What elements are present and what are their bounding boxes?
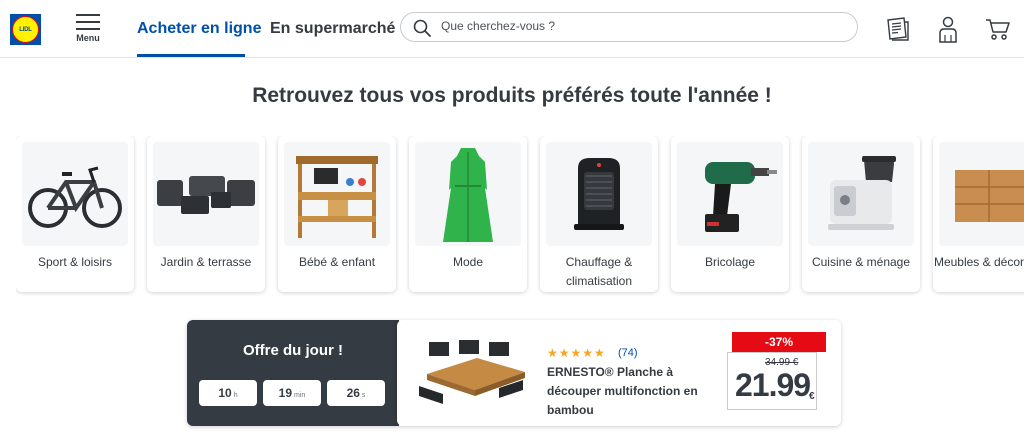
discount-badge: -37% (732, 332, 826, 352)
rating-stars: ★★★★★ (547, 346, 606, 360)
category-card-chauffage[interactable]: Chauffage & climatisation (540, 136, 658, 292)
active-tab-indicator (137, 54, 245, 57)
tab-en-supermarche[interactable]: En supermarché (270, 20, 395, 38)
search-input[interactable] (439, 18, 843, 34)
category-label: Jardin & terrasse (160, 255, 252, 269)
timer-seconds: 26 s (327, 380, 385, 406)
category-card-jardin[interactable]: Jardin & terrasse (147, 136, 265, 292)
sideboard-icon (939, 142, 1024, 246)
category-label: Cuisine & ménage (811, 255, 911, 269)
leaflet-icon[interactable] (885, 16, 911, 42)
heater-icon (546, 142, 652, 246)
search-bar[interactable] (400, 12, 858, 42)
category-label: Meubles & décoration (933, 255, 1024, 269)
deal-of-the-day[interactable]: Offre du jour ! 10 h 19 min 26 s ★★★★★ (74)… (187, 320, 841, 426)
category-label: Mode (452, 255, 484, 269)
category-card-meubles[interactable]: Meubles & décoration (933, 136, 1024, 292)
site-header: LIDL Menu Acheter en ligne En supermarch… (0, 0, 1024, 58)
category-label: Bébé & enfant (298, 255, 376, 269)
category-card-sport[interactable]: Sport & loisirs (16, 136, 134, 292)
current-price: 21.99 (735, 367, 811, 403)
category-label: Sport & loisirs (37, 255, 113, 269)
lidl-logo[interactable]: LIDL (10, 14, 41, 45)
dress-icon (415, 142, 521, 246)
menu-label: Menu (76, 33, 100, 43)
deal-title: Offre du jour ! (243, 342, 343, 359)
product-card[interactable]: ★★★★★ (74) ERNESTO® Planche à découper m… (397, 320, 841, 426)
deal-header-panel: Offre du jour ! 10 h 19 min 26 s (187, 320, 399, 426)
play-kitchen-icon (284, 142, 390, 246)
menu-button[interactable]: Menu (74, 14, 102, 43)
hamburger-icon (74, 14, 102, 30)
category-carousel: Sport & loisirs Jardin & terrasse Bébé &… (16, 136, 1024, 296)
category-card-mode[interactable]: Mode (409, 136, 527, 292)
cutting-board-image (419, 340, 525, 404)
search-icon (413, 19, 431, 37)
category-card-bricolage[interactable]: Bricolage (671, 136, 789, 292)
user-icon[interactable] (937, 16, 959, 44)
review-count[interactable]: (74) (618, 347, 638, 359)
drill-icon (677, 142, 783, 246)
timer-minutes: 19 min (263, 380, 321, 406)
cart-icon[interactable] (985, 16, 1011, 42)
category-label: Bricolage (704, 255, 756, 269)
logo-text: LIDL (19, 26, 32, 33)
garden-furniture-icon (153, 142, 259, 246)
price-currency: € (809, 391, 815, 402)
product-name[interactable]: ERNESTO® Planche à découper multifonctio… (547, 363, 727, 420)
category-card-cuisine[interactable]: Cuisine & ménage (802, 136, 920, 292)
page-headline: Retrouvez tous vos produits préférés tou… (252, 84, 772, 107)
category-label: Chauffage & climatisation (565, 255, 633, 288)
tab-acheter-en-ligne[interactable]: Acheter en ligne (137, 20, 261, 38)
category-card-bebe[interactable]: Bébé & enfant (278, 136, 396, 292)
bicycle-icon (22, 142, 128, 246)
timer-hours: 10 h (199, 380, 257, 406)
food-processor-icon (808, 142, 914, 246)
